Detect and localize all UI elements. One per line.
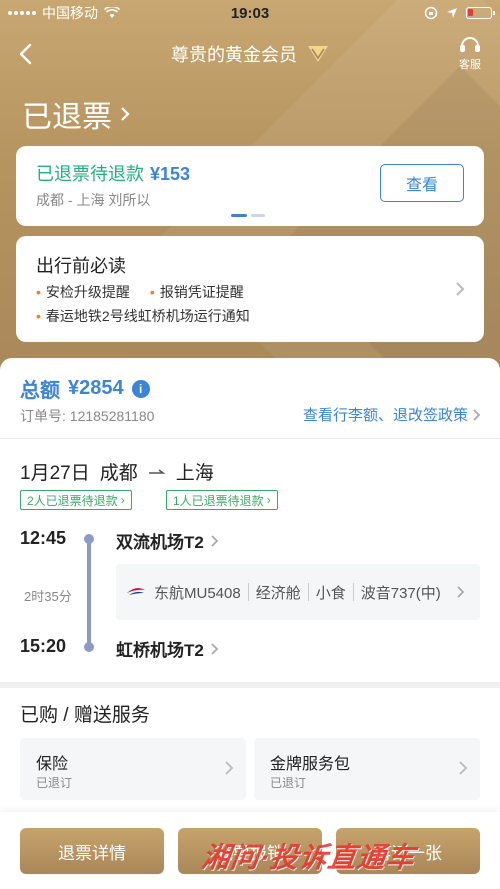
notice-title: 出行前必读 bbox=[36, 256, 126, 276]
customer-service-button[interactable]: 客服 bbox=[458, 34, 482, 72]
order-details-panel: 总额 ¥2854 i 订单号: 12185281180 查看行李额、退改签政策 … bbox=[0, 358, 500, 688]
membership-title: 尊贵的黄金会员 bbox=[171, 45, 297, 65]
chevron-right-icon bbox=[211, 534, 219, 547]
departure-time: 12:45 bbox=[20, 528, 67, 548]
chevron-right-icon: › bbox=[120, 493, 125, 507]
refund-status: 已退票待退款 bbox=[36, 164, 144, 184]
flight-header: 1月27日 成都 上海 bbox=[20, 458, 214, 485]
flight-info-box[interactable]: 东航MU5408 经济舱 小食 波音737(中) bbox=[116, 564, 480, 620]
route-passenger: 成都 - 上海 刘所以 bbox=[36, 192, 151, 208]
timeline-dot bbox=[84, 642, 94, 652]
service-status: 已退订 bbox=[36, 776, 73, 790]
total-amount-row[interactable]: 总额 ¥2854 i bbox=[20, 374, 150, 403]
refund-tag-label: 1人已退票待退款 bbox=[173, 493, 264, 508]
chevron-right-icon bbox=[211, 642, 219, 655]
total-label: 总额 bbox=[20, 380, 60, 402]
gold-diamond-icon bbox=[308, 46, 328, 62]
watermark: 湘问·投诉直通车 bbox=[199, 842, 418, 873]
baggage-policy-link[interactable]: 查看行李额、退改签政策 bbox=[303, 404, 482, 425]
chevron-right-icon bbox=[473, 408, 481, 421]
customer-service-label: 客服 bbox=[459, 59, 481, 71]
arrival-airport[interactable]: 虹桥机场T2 bbox=[116, 636, 220, 661]
service-name: 保险 bbox=[36, 756, 69, 773]
timeline-line bbox=[87, 536, 91, 646]
timeline-dot bbox=[84, 534, 94, 544]
notice-row-2: 春运地铁2号线虹桥机场运行通知 bbox=[36, 306, 250, 326]
refund-tag[interactable]: 1人已退票待退款 › bbox=[166, 490, 278, 510]
chevron-right-icon: › bbox=[266, 493, 271, 507]
departure-airport-name: 双流机场T2 bbox=[116, 533, 204, 552]
departure-airport[interactable]: 双流机场T2 bbox=[116, 528, 220, 553]
order-number: 订单号: 12185281180 bbox=[20, 406, 154, 426]
notice-item[interactable]: 春运地铁2号线虹桥机场运行通知 bbox=[36, 306, 250, 326]
airline-logo-icon bbox=[127, 588, 145, 595]
cabin-class: 经济舱 bbox=[255, 584, 301, 602]
meal: 小食 bbox=[315, 584, 346, 602]
chevron-right-icon bbox=[456, 282, 465, 296]
total-amount: ¥2854 bbox=[68, 377, 124, 399]
flight-duration: 2时35分 bbox=[24, 589, 72, 604]
notice-row-1: 安检升级提醒 报销凭证提醒 bbox=[36, 282, 244, 302]
service-item-insurance[interactable]: 保险 已退订 bbox=[20, 738, 246, 800]
arrival-time: 15:20 bbox=[20, 636, 67, 656]
to-city: 上海 bbox=[175, 463, 214, 484]
route-arrow-icon bbox=[148, 468, 166, 474]
refund-tag[interactable]: 2人已退票待退款 › bbox=[20, 490, 132, 510]
flight-date: 1月27日 bbox=[20, 463, 90, 484]
headset-icon bbox=[460, 37, 480, 52]
refund-amount: ¥153 bbox=[150, 164, 191, 184]
separator bbox=[247, 583, 249, 601]
battery-icon bbox=[466, 7, 495, 19]
travel-notice-card[interactable]: 出行前必读 安检升级提醒 报销凭证提醒 春运地铁2号线虹桥机场运行通知 bbox=[16, 236, 484, 342]
chevron-right-icon bbox=[225, 761, 234, 775]
policy-link-text: 查看行李额、退改签政策 bbox=[302, 407, 468, 424]
nav-title: 尊贵的黄金会员 bbox=[171, 41, 329, 67]
chevron-right-icon bbox=[121, 107, 130, 121]
from-city: 成都 bbox=[99, 463, 138, 484]
airline-flight: 东航MU5408 bbox=[154, 584, 241, 602]
separator bbox=[352, 583, 354, 601]
service-status: 已退订 bbox=[270, 776, 307, 790]
info-icon[interactable]: i bbox=[131, 379, 150, 398]
refund-details-button[interactable]: 退票详情 bbox=[20, 828, 164, 874]
chevron-right-icon bbox=[457, 586, 465, 598]
refund-status-line: 已退票待退款 ¥153 bbox=[36, 160, 190, 186]
service-name: 金牌服务包 bbox=[270, 756, 351, 773]
notice-item[interactable]: 报销凭证提醒 bbox=[150, 282, 244, 302]
carousel-indicator bbox=[231, 214, 265, 217]
divider bbox=[0, 438, 500, 439]
section-gap bbox=[0, 682, 500, 688]
arrival-airport-name: 虹桥机场T2 bbox=[116, 641, 204, 660]
clock: 19:03 bbox=[230, 4, 270, 22]
services-title: 已购 / 赠送服务 bbox=[20, 705, 150, 726]
separator bbox=[307, 583, 309, 601]
notice-item[interactable]: 安检升级提醒 bbox=[36, 282, 130, 302]
chevron-right-icon bbox=[459, 761, 468, 775]
nav-bar: 尊贵的黄金会员 客服 bbox=[0, 28, 500, 80]
status-bar: 中国移动 19:03 bbox=[0, 0, 500, 26]
back-arrow-icon[interactable] bbox=[14, 40, 40, 68]
service-item-gold-package[interactable]: 金牌服务包 已退订 bbox=[254, 738, 480, 800]
purchased-services-section: 已购 / 赠送服务 保险 已退订 金牌服务包 已退订 bbox=[0, 682, 500, 812]
order-number-value: 12185281180 bbox=[69, 408, 155, 424]
refund-tag-label: 2人已退票待退款 bbox=[27, 493, 118, 508]
order-status-heading[interactable]: 已退票 bbox=[22, 92, 132, 136]
order-number-label: 订单号: bbox=[20, 408, 66, 424]
aircraft-type: 波音737(中) bbox=[360, 584, 441, 602]
order-status-text: 已退票 bbox=[22, 101, 112, 134]
view-button[interactable]: 查看 bbox=[380, 164, 464, 202]
